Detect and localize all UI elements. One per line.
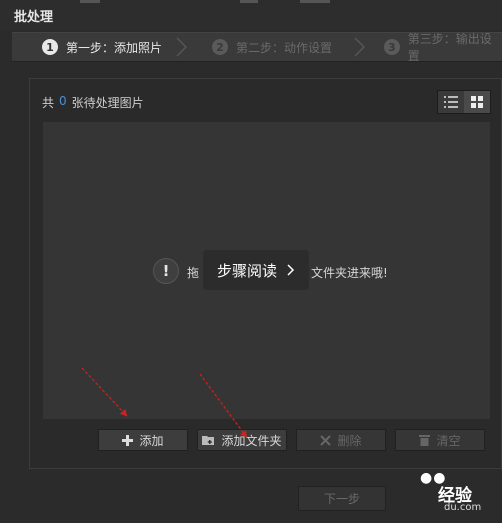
step-2[interactable]: 2 第二步：动作设置 [212,33,332,61]
grid-view-icon [471,96,483,108]
delete-button-label: 删除 [337,433,362,448]
top-edge-mark [80,0,100,3]
list-view-icon [444,96,458,108]
step-1-number: 1 [42,39,58,55]
grid-view-button[interactable] [464,91,490,113]
count-suffix: 张待处理图片 [71,96,144,110]
add-button-label: 添加 [139,433,164,448]
next-step-button[interactable]: 下一步 [298,486,386,511]
drop-area[interactable]: ! 拖 文件夹进来哦! 步骤阅读 [42,121,491,420]
step-3[interactable]: 3 第三步：输出设置 [384,32,502,63]
chevron-right-icon [354,37,366,57]
chevron-right-icon [176,37,188,57]
hint-text-end: 文件夹进来哦! [311,266,388,280]
top-edge-mark [300,0,330,3]
watermark-sub: du.com [444,502,482,513]
delete-button[interactable]: 删除 [296,429,386,451]
add-button[interactable]: 添加 [98,429,188,451]
window-title: 批处理 [14,10,54,25]
trash-icon [419,435,431,446]
count-value: 0 [59,94,67,108]
close-icon [320,434,332,446]
add-folder-button-label: 添加文件夹 [221,433,282,448]
exclamation-icon: ! [153,258,179,284]
view-toggle [437,90,491,114]
hint-text-start: 拖 [187,266,200,280]
step-read-overlay[interactable]: 步骤阅读 [203,250,309,290]
step-1-label: 第一步：添加照片 [66,40,163,55]
step-2-number: 2 [212,39,228,55]
step-3-number: 3 [384,39,400,55]
plus-icon [122,434,134,446]
step-3-label: 第三步：输出设置 [407,32,492,63]
step-2-label: 第二步：动作设置 [236,40,333,55]
image-list-panel: 共 0 张待处理图片 ! 拖 文件夹进来哦! 步骤阅读 添加 添加文件夹 删除 … [29,78,502,469]
list-view-button[interactable] [438,91,464,113]
add-folder-button[interactable]: 添加文件夹 [197,429,287,451]
step-read-label: 步骤阅读 [216,261,277,280]
clear-button[interactable]: 清空 [395,429,485,451]
top-edge-mark [240,0,258,3]
action-button-row: 添加 添加文件夹 删除 清空 [98,429,485,451]
folder-add-icon [202,436,215,445]
chevron-right-icon [287,264,295,276]
step-wizard-bar: 1 第一步：添加照片 2 第二步：动作设置 3 第三步：输出设置 [12,32,502,63]
title-bar: 批处理 [0,0,502,30]
count-prefix: 共 [42,96,55,110]
step-1[interactable]: 1 第一步：添加照片 [42,33,162,61]
image-count: 共 0 张待处理图片 [42,94,144,111]
clear-button-label: 清空 [436,433,461,448]
